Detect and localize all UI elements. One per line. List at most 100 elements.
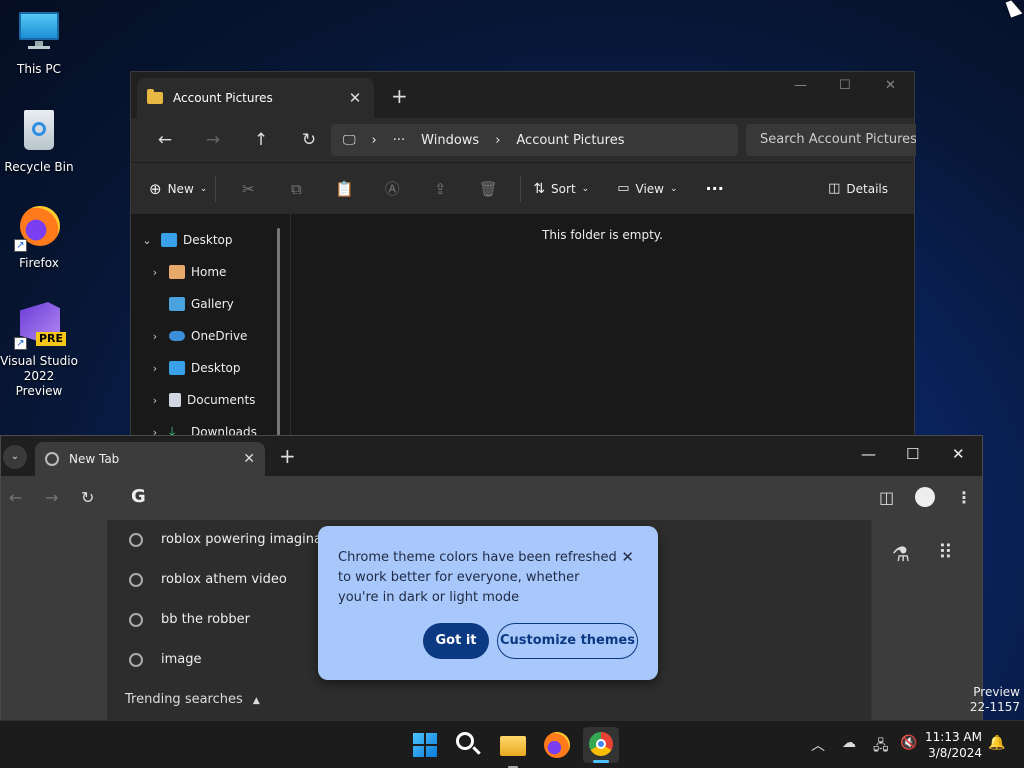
overflow-icon[interactable]: ··· — [393, 133, 405, 148]
got-it-button[interactable]: Got it — [423, 623, 489, 659]
tree-item-gallery[interactable]: Gallery — [131, 288, 290, 320]
tree-item-label: Gallery — [191, 297, 234, 311]
kebab-menu-icon[interactable]: ⋮ — [956, 488, 972, 507]
file-explorer-taskbar-button[interactable] — [497, 729, 529, 768]
firefox-taskbar-button[interactable] — [541, 729, 573, 761]
clock[interactable]: 11:13 AM 3/8/2024 — [920, 729, 982, 761]
close-tab-icon[interactable]: ✕ — [243, 451, 255, 467]
chevron-right-icon: › — [495, 132, 501, 148]
chrome-logo-icon — [45, 452, 59, 466]
maximize-button[interactable]: ☐ — [906, 445, 919, 463]
start-button[interactable] — [409, 729, 441, 761]
breadcrumb-item[interactable]: Windows — [421, 133, 479, 148]
tree-item-desktop-2[interactable]: › Desktop — [131, 352, 290, 384]
navigation-scrollbar[interactable] — [277, 228, 280, 438]
cut-icon[interactable]: ✂ — [224, 180, 272, 198]
forward-button[interactable]: → — [189, 130, 237, 150]
profile-icon[interactable] — [915, 487, 935, 507]
reload-button[interactable]: ↻ — [81, 488, 94, 507]
network-icon[interactable]: 🖧 — [873, 735, 889, 759]
apps-grid-icon[interactable]: ⠿ — [938, 540, 953, 564]
tree-item-home[interactable]: › Home — [131, 256, 290, 288]
breadcrumb-item[interactable]: Account Pictures — [516, 133, 624, 148]
desktop-icon-visual-studio[interactable]: PRE ↗ Visual Studio 2022 Preview — [0, 302, 78, 399]
suggestion-item[interactable]: image — [129, 652, 202, 667]
monitor-icon — [16, 10, 62, 56]
plus-circle-icon: ⊕ — [149, 179, 162, 198]
tree-item-label: Desktop — [183, 233, 233, 247]
volume-muted-icon[interactable]: 🔇 — [900, 735, 917, 751]
chevron-right-icon[interactable]: › — [147, 362, 163, 375]
chevron-down-icon: ⌄ — [669, 183, 678, 194]
new-tab-button[interactable]: + — [391, 84, 408, 108]
suggestion-text: roblox athem video — [161, 572, 287, 587]
delete-icon[interactable]: 🗑 — [464, 180, 512, 198]
tree-item-desktop[interactable]: ⌄ Desktop — [131, 224, 290, 256]
address-bar[interactable]: 🖵 › ··· Windows › Account Pictures — [331, 124, 738, 156]
chevron-right-icon: › — [371, 132, 377, 148]
clock-date: 3/8/2024 — [928, 746, 982, 760]
details-button[interactable]: ◫ Details — [828, 181, 888, 196]
show-hidden-icons-chevron-icon[interactable]: ︿ — [811, 735, 825, 755]
search-icon — [456, 732, 474, 750]
onedrive-offline-icon[interactable]: ☁ — [842, 735, 856, 751]
paste-icon[interactable]: 📋 — [320, 180, 368, 198]
new-button[interactable]: ⊕ New ⌄ — [149, 180, 207, 198]
trending-searches-toggle[interactable]: Trending searches ▲ — [125, 692, 260, 707]
suggestion-item[interactable]: bb the robber — [129, 612, 250, 627]
gallery-icon — [169, 297, 185, 311]
theme-refresh-bubble: Chrome theme colors have been refreshed … — [318, 526, 658, 680]
chevron-right-icon[interactable]: › — [147, 330, 163, 343]
minimize-button[interactable]: — — [861, 445, 876, 463]
desktop-icon-recycle-bin[interactable]: Recycle Bin — [0, 108, 78, 175]
tab-search-dropdown-icon[interactable]: ⌄ — [3, 445, 27, 469]
sort-button[interactable]: ⇅ Sort ⌄ — [533, 181, 589, 197]
close-window-button[interactable]: ✕ — [885, 78, 896, 93]
chevron-down-icon: ⌄ — [581, 183, 590, 194]
notification-bell-icon[interactable]: 🔔 — [988, 735, 1005, 751]
computer-icon: 🖵 — [343, 132, 356, 148]
suggestion-item[interactable]: roblox athem video — [129, 572, 287, 587]
desktop-icon-firefox[interactable]: ↗ Firefox — [0, 204, 78, 271]
tree-item-documents[interactable]: › Documents — [131, 384, 290, 416]
desktop-icon-this-pc[interactable]: This PC — [0, 10, 78, 77]
search-input[interactable]: Search Account Pictures — [746, 124, 916, 156]
close-icon[interactable]: ✕ — [621, 548, 634, 566]
share-icon[interactable]: ⇪ — [416, 180, 464, 198]
toolbar-divider — [215, 175, 217, 202]
forward-button[interactable]: → — [45, 488, 58, 507]
file-explorer-window: Account Pictures ✕ + — ☐ ✕ ← → ↑ ↻ 🖵 › ·… — [130, 71, 916, 441]
explorer-tab[interactable]: Account Pictures ✕ — [137, 78, 374, 118]
up-button[interactable]: ↑ — [237, 130, 285, 150]
suggestion-item[interactable]: roblox powering imagina — [129, 532, 322, 547]
desktop-folder-icon — [161, 233, 177, 247]
bubble-message: Chrome theme colors have been refreshed … — [338, 550, 617, 605]
copy-icon[interactable]: ⧉ — [272, 180, 320, 198]
more-options-icon[interactable]: ··· — [706, 179, 724, 198]
mouse-cursor-icon — [1005, 0, 1023, 18]
search-button[interactable] — [453, 729, 485, 761]
close-tab-icon[interactable]: ✕ — [346, 89, 364, 107]
minimize-button[interactable]: — — [794, 78, 807, 93]
chrome-taskbar-button[interactable] — [583, 727, 619, 763]
back-button[interactable]: ← — [9, 488, 22, 507]
view-button[interactable]: ▭ View ⌄ — [617, 181, 677, 196]
customize-themes-button[interactable]: Customize themes — [497, 623, 638, 659]
new-tab-button[interactable]: + — [279, 444, 296, 468]
chevron-right-icon[interactable]: › — [147, 394, 163, 407]
explorer-toolbar: ⊕ New ⌄ ✂ ⧉ 📋 Ⓐ ⇪ 🗑 ⇅ Sort ⌄ ▭ View ⌄ ··… — [131, 162, 914, 214]
navigation-pane: ⌄ Desktop › Home Gallery › OneDrive › De… — [131, 214, 291, 440]
labs-flask-icon[interactable]: ⚗ — [892, 542, 910, 566]
chevron-down-icon[interactable]: ⌄ — [139, 234, 155, 247]
rename-icon[interactable]: Ⓐ — [368, 178, 416, 199]
chevron-right-icon[interactable]: › — [147, 266, 163, 279]
refresh-button[interactable]: ↻ — [285, 130, 333, 150]
tree-item-onedrive[interactable]: › OneDrive — [131, 320, 290, 352]
back-button[interactable]: ← — [141, 130, 189, 150]
chrome-tab-new-tab[interactable]: New Tab ✕ — [35, 442, 265, 476]
side-panel-icon[interactable]: ◫ — [879, 488, 894, 507]
chrome-tabstrip: ⌄ New Tab ✕ + — ☐ ✕ — [1, 436, 982, 476]
view-label: View — [635, 181, 664, 196]
maximize-button[interactable]: ☐ — [839, 78, 851, 93]
close-window-button[interactable]: ✕ — [952, 445, 965, 463]
